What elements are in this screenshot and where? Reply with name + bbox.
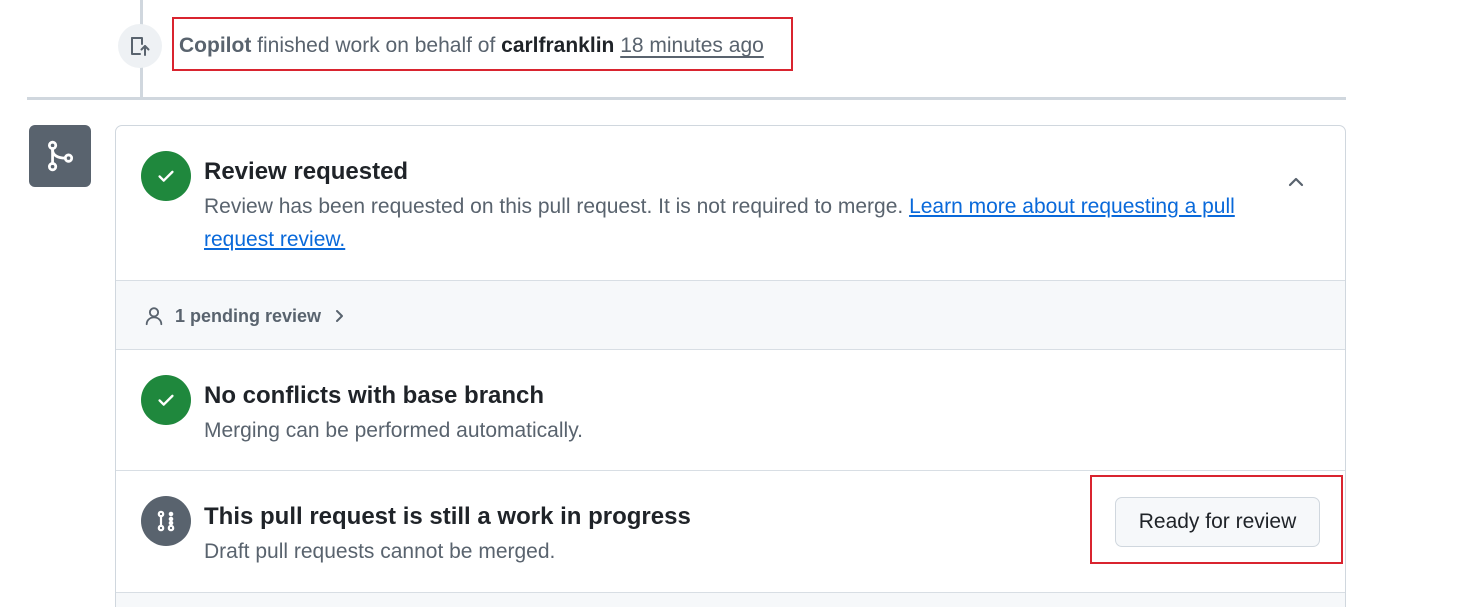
merge-box-footer: [116, 593, 1345, 607]
check-icon: [141, 375, 191, 425]
review-description-text: Review has been requested on this pull r…: [204, 195, 910, 218]
pending-reviews-section: 1 pending review: [116, 280, 1345, 350]
timeline-divider: [27, 97, 1346, 100]
review-requested-section: Review requested Review has been request…: [116, 126, 1345, 280]
no-conflicts-title: No conflicts with base branch: [204, 382, 545, 409]
git-pull-request-draft-icon: [141, 496, 191, 546]
chevron-up-icon: [1288, 177, 1304, 187]
no-conflicts-section: No conflicts with base branch Merging ca…: [116, 350, 1345, 471]
git-merge-icon: [29, 125, 91, 187]
person-icon: [145, 307, 163, 326]
review-requested-description: Review has been requested on this pull r…: [204, 190, 1249, 256]
pending-review-count: 1 pending review: [175, 305, 322, 326]
work-in-progress-description: Draft pull requests cannot be merged.: [204, 540, 556, 563]
chevron-right-icon: [336, 310, 344, 322]
pending-reviews-toggle[interactable]: 1 pending review: [143, 305, 347, 327]
no-conflicts-description: Merging can be performed automatically.: [204, 419, 583, 442]
check-icon: [141, 151, 191, 201]
work-in-progress-title: This pull request is still a work in pro…: [204, 503, 691, 530]
pull-request-merge-box-page: Copilot finished work on behalf of carlf…: [0, 0, 1462, 607]
annotation-highlight-box: [172, 17, 793, 71]
annotation-highlight-box: [1090, 475, 1343, 564]
collapse-button[interactable]: [1282, 168, 1310, 196]
git-pull-request-draft-icon: [118, 24, 162, 68]
review-requested-title: Review requested: [204, 158, 409, 185]
